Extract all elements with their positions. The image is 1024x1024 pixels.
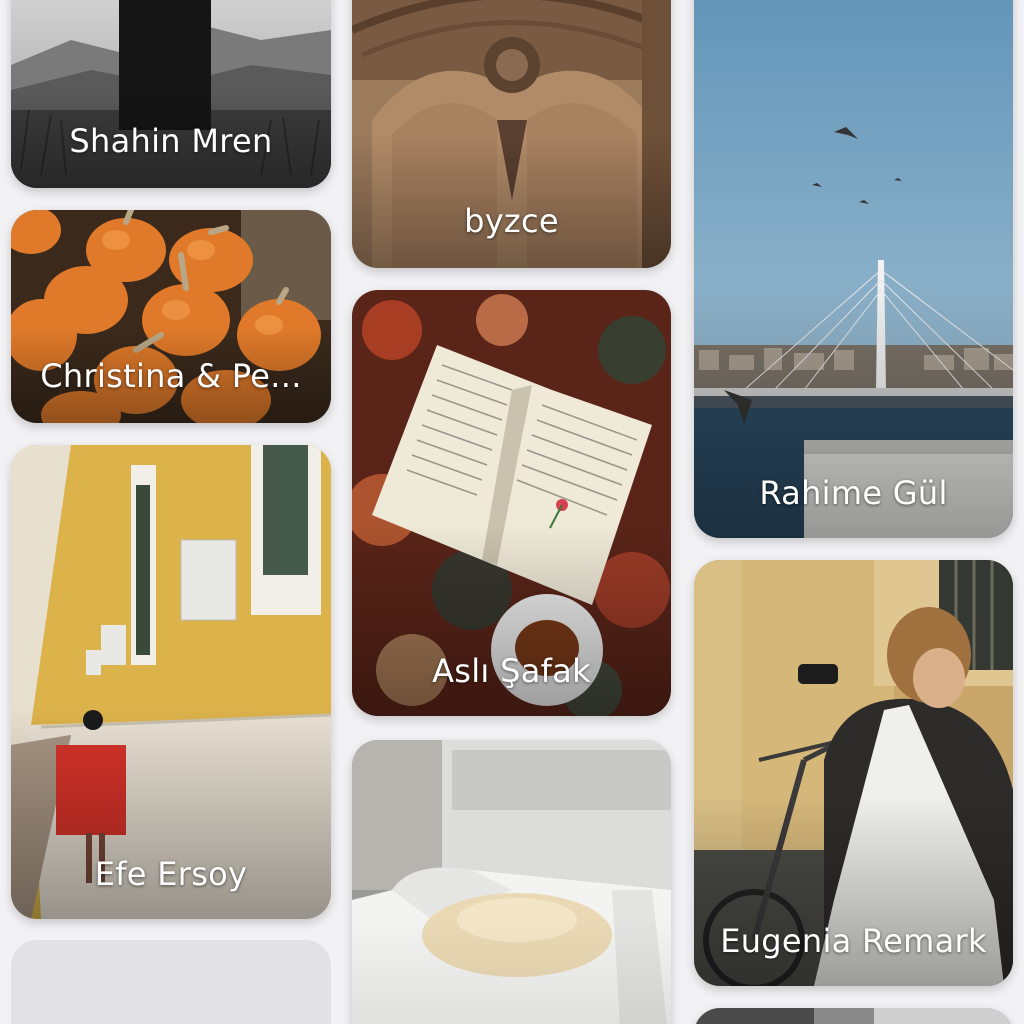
photo-card[interactable]	[352, 740, 671, 1024]
author-name: Eugenia Remark	[720, 922, 987, 960]
photo-card[interactable]	[694, 1008, 1013, 1024]
photo-card[interactable]: Aslı Şafak	[352, 290, 671, 716]
photo-card[interactable]: byzce	[352, 0, 671, 268]
author-name: Efe Ersoy	[94, 855, 248, 893]
photo-card[interactable]: Rahime Gül	[694, 0, 1013, 538]
author-name: Rahime Gül	[759, 474, 948, 512]
photo-card[interactable]: Christina & Pe...	[11, 210, 331, 423]
photo-feed-grid: Shahin Mren Christina & Pe... Efe Ersoy …	[0, 0, 1024, 1024]
caption-shade	[352, 916, 671, 1024]
author-name: Shahin Mren	[69, 122, 273, 160]
author-name: Aslı Şafak	[432, 652, 591, 690]
author-name: Christina & Pe...	[40, 357, 302, 395]
photo-card[interactable]: Shahin Mren	[11, 0, 331, 188]
placeholder-card	[11, 940, 331, 1024]
caption-shade	[352, 133, 671, 268]
author-name: byzce	[464, 202, 559, 240]
photo-card[interactable]: Efe Ersoy	[11, 445, 331, 919]
photo-image	[694, 1008, 1013, 1024]
photo-card[interactable]: Eugenia Remark	[694, 560, 1013, 986]
